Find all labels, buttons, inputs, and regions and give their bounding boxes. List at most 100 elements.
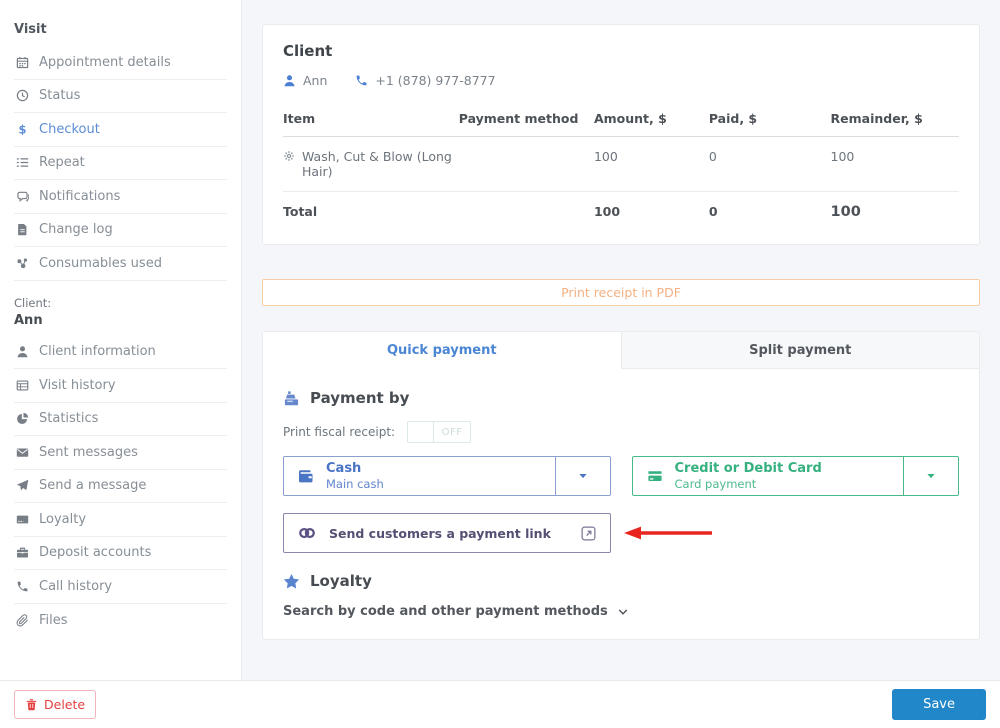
- checkout-page: Visit Appointment details Status $ Check…: [0, 0, 1000, 728]
- list-icon: [14, 156, 30, 169]
- payment-methods-row: Cash Main cash Credit or Debit Card Card…: [283, 456, 959, 496]
- sidebar-client-label: Client:: [14, 295, 52, 310]
- card-dropdown-caret[interactable]: [903, 457, 958, 495]
- external-link-icon: [581, 526, 596, 541]
- cash-dropdown-caret[interactable]: [554, 457, 610, 495]
- sidebar-item-label: Consumables used: [39, 255, 162, 271]
- sidebar-item-repeat[interactable]: Repeat: [14, 147, 227, 180]
- sidebar-item-label: Loyalty: [39, 511, 87, 527]
- sidebar-item-consumables-used[interactable]: Consumables used: [14, 247, 227, 281]
- person-icon: [14, 345, 30, 358]
- sidebar-item-files[interactable]: Files: [14, 604, 227, 638]
- column-header-paid: Paid, $: [708, 100, 831, 137]
- trash-icon: [25, 698, 38, 711]
- checkout-items-table: Item Payment method Amount, $ Paid, $ Re…: [283, 100, 959, 232]
- sidebar-item-visit-history[interactable]: Visit history: [14, 369, 227, 403]
- sidebar-item-deposit-accounts[interactable]: Deposit accounts: [14, 537, 227, 570]
- payment-link-label: Send customers a payment link: [329, 525, 551, 541]
- sidebar-item-label: Client information: [39, 344, 156, 360]
- consumables-icon: [14, 257, 30, 270]
- cell-remainder: 100: [830, 136, 959, 192]
- sidebar-item-label: Checkout: [39, 121, 100, 137]
- send-payment-link-button[interactable]: Send customers a payment link: [283, 513, 611, 553]
- sidebar-item-sent-messages[interactable]: Sent messages: [14, 436, 227, 470]
- fiscal-receipt-row: Print fiscal receipt: OFF: [283, 421, 959, 443]
- calendar-icon: [14, 56, 30, 69]
- chevron-down-icon: [617, 606, 629, 618]
- table-row: Wash, Cut & Blow (Long Hair) 100 0 100: [283, 136, 959, 192]
- client-phone-link[interactable]: +1 (878) 977-8777: [355, 73, 496, 88]
- search-payment-methods-expander[interactable]: Search by code and other payment methods: [283, 604, 959, 619]
- sidebar-item-statistics[interactable]: Statistics: [14, 403, 227, 436]
- delete-label: Delete: [44, 697, 86, 712]
- footer-bar: Delete Save: [0, 680, 1000, 728]
- column-header-remainder: Remainder, $: [830, 100, 959, 137]
- tab-split-payment[interactable]: Split payment: [620, 332, 979, 369]
- table-icon: [14, 379, 30, 392]
- table-header-row: Item Payment method Amount, $ Paid, $ Re…: [283, 100, 959, 137]
- sidebar-item-appointment-details[interactable]: Appointment details: [14, 46, 227, 80]
- client-phone-text: +1 (878) 977-8777: [375, 73, 496, 88]
- sidebar-item-call-history[interactable]: Call history: [14, 570, 227, 604]
- tab-quick-payment[interactable]: Quick payment: [263, 332, 621, 369]
- payment-tabs: Quick payment Split payment: [263, 332, 979, 369]
- cell-payment-method: [458, 136, 594, 192]
- table-total-row: Total 100 0 100: [283, 192, 959, 233]
- delete-button[interactable]: Delete: [14, 690, 97, 719]
- person-icon: [283, 74, 296, 87]
- wallet-icon: [298, 468, 314, 484]
- cash-register-icon: [283, 390, 300, 407]
- sidebar-item-label: Send a message: [39, 478, 147, 494]
- envelope-icon: [14, 446, 30, 459]
- sidebar-item-notifications[interactable]: Notifications: [14, 180, 227, 214]
- pie-chart-icon: [14, 412, 30, 425]
- sidebar-item-label: Deposit accounts: [39, 545, 152, 561]
- star-icon: [283, 573, 300, 590]
- sidebar-item-checkout[interactable]: $ Checkout: [14, 113, 227, 147]
- quick-payment-panel-body: Payment by Print fiscal receipt: OFF Cas…: [263, 369, 979, 639]
- cash-payment-button[interactable]: Cash Main cash: [283, 456, 611, 496]
- print-receipt-pdf-button[interactable]: Print receipt in PDF: [262, 279, 980, 306]
- sidebar-item-send-a-message[interactable]: Send a message: [14, 470, 227, 503]
- cell-paid: 0: [708, 136, 831, 192]
- sidebar-item-status[interactable]: Status: [14, 80, 227, 113]
- payment-panel: Quick payment Split payment Payment by P…: [262, 331, 980, 640]
- toggle-knob: [408, 422, 435, 442]
- sidebar-item-label: Files: [39, 612, 68, 628]
- sidebar-item-label: Call history: [39, 578, 113, 594]
- column-header-amount: Amount, $: [593, 100, 709, 137]
- sidebar-item-client-information[interactable]: Client information: [14, 336, 227, 369]
- sidebar-item-label: Change log: [39, 222, 113, 238]
- payment-by-title: Payment by: [310, 389, 410, 407]
- chat-icon: [14, 190, 30, 203]
- save-button[interactable]: Save: [892, 689, 986, 720]
- dollar-icon: $: [14, 123, 30, 136]
- phone-icon: [355, 74, 368, 87]
- fiscal-receipt-toggle[interactable]: OFF: [407, 421, 472, 443]
- content-area: Client Ann +1 (878) 977-8777 Item Paymen…: [242, 0, 1000, 680]
- sidebar-client-name: Ann: [14, 312, 43, 328]
- total-amount: 100: [593, 204, 621, 219]
- chain-link-icon: [298, 524, 316, 542]
- sidebar-item-loyalty[interactable]: Loyalty: [14, 503, 227, 537]
- column-header-item: Item: [283, 100, 459, 137]
- sidebar-item-change-log[interactable]: Change log: [14, 214, 227, 247]
- total-remainder: 100: [830, 204, 861, 220]
- payment-link-row: Send customers a payment link: [283, 513, 959, 553]
- loyalty-card-icon: [14, 513, 30, 526]
- sidebar-item-label: Notifications: [39, 188, 121, 204]
- client-name-link[interactable]: Ann: [283, 73, 327, 88]
- sidebar-item-label: Repeat: [39, 155, 85, 171]
- payment-by-heading: Payment by: [283, 389, 959, 407]
- client-card-title: Client: [283, 42, 333, 60]
- gear-icon: [283, 150, 295, 162]
- card-payment-button[interactable]: Credit or Debit Card Card payment: [631, 456, 959, 496]
- client-name-text: Ann: [303, 73, 328, 88]
- chevron-down-icon: [925, 470, 937, 482]
- sidebar-item-label: Status: [39, 88, 81, 104]
- paper-plane-icon: [14, 479, 30, 492]
- column-header-payment-method: Payment method: [458, 100, 594, 137]
- toggle-state-label: OFF: [441, 426, 463, 438]
- service-name: Wash, Cut & Blow (Long Hair): [302, 149, 452, 179]
- total-label: Total: [283, 204, 318, 219]
